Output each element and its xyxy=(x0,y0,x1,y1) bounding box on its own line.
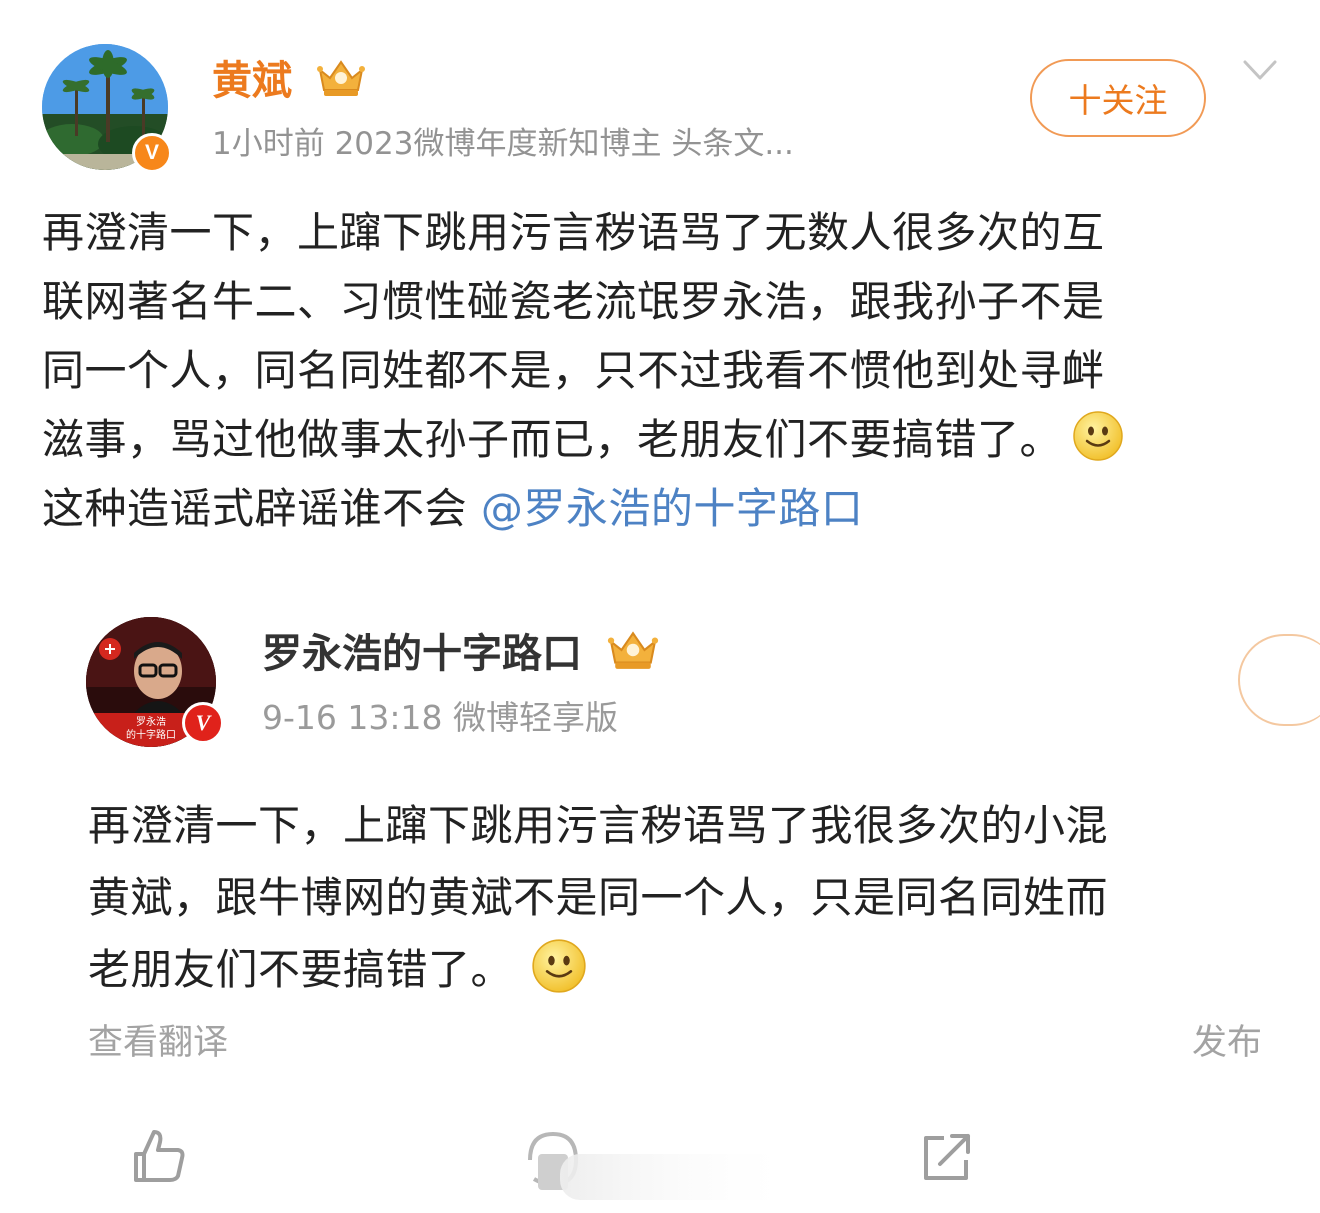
quoted-meta: 9-16 13:18 微博轻享版 xyxy=(262,698,618,737)
member-crown-icon xyxy=(607,631,659,669)
quoted-text-line-with-emoji: 老朋友们不要搞错了。 xyxy=(88,934,1278,1006)
author-name-label: 黄斌 xyxy=(212,58,292,104)
view-translation-link[interactable]: 查看翻译 xyxy=(88,1020,228,1066)
quoted-text-line: 黄斌，跟牛博网的黄斌不是同一个人，只是同名同姓而 xyxy=(88,873,1109,922)
verified-badge-icon: V xyxy=(182,702,224,744)
smile-emoji-icon xyxy=(1073,411,1123,461)
blur-watermark xyxy=(560,1154,800,1200)
share-icon[interactable] xyxy=(918,1126,976,1186)
like-icon[interactable] xyxy=(130,1126,188,1186)
post-text-line: 滋事，骂过他做事太孙子而已，老朋友们不要搞错了。 xyxy=(42,415,1063,464)
post-text-line: 联网著名牛二、习惯性碰瓷老流氓罗永浩，跟我孙子不是 xyxy=(42,277,1105,326)
quoted-text-line: 再澄清一下，上蹿下跳用污言秽语骂了我很多次的小混 xyxy=(88,801,1109,850)
follow-button[interactable]: 十关注 xyxy=(1030,59,1206,137)
post-text-line-with-mention: 这种造谣式辟谣谁不会 @罗永浩的十字路口 xyxy=(42,474,1278,543)
post-text-line: 同一个人，同名同姓都不是，只不过我看不惯他到处寻衅 xyxy=(42,346,1105,395)
post-text-line: 再澄清一下，上蹿下跳用污言秽语骂了无数人很多次的互 xyxy=(42,208,1105,257)
mention-link[interactable]: @罗永浩的十字路口 xyxy=(481,484,864,533)
member-crown-icon xyxy=(316,60,365,96)
chevron-down-icon[interactable] xyxy=(1243,58,1277,84)
smile-emoji-icon xyxy=(532,939,586,993)
post-text-line: 这种造谣式辟谣谁不会 xyxy=(42,484,468,533)
quoted-author-name[interactable]: 罗永浩的十字路口 xyxy=(262,627,662,680)
avatar-caption: 罗永浩 xyxy=(136,715,166,728)
quoted-content: 再澄清一下，上蹿下跳用污言秽语骂了我很多次的小混 黄斌，跟牛博网的黄斌不是同一个… xyxy=(88,790,1278,1006)
publish-label: 发布 xyxy=(1192,1023,1263,1063)
post-text-line-with-emoji: 滋事，骂过他做事太孙子而已，老朋友们不要搞错了。 xyxy=(42,405,1278,474)
post-meta: 1小时前 2023微博年度新知博主 头条文... xyxy=(212,126,794,162)
author-name[interactable]: 黄斌 xyxy=(212,56,368,106)
quoted-author-name-label: 罗永浩的十字路口 xyxy=(262,631,582,677)
avatar-caption: 的十字路口 xyxy=(126,728,176,741)
post-content: 再澄清一下，上蹿下跳用污言秽语骂了无数人很多次的互 联网著名牛二、习惯性碰瓷老流… xyxy=(42,198,1278,543)
verified-badge-icon: V xyxy=(132,133,172,173)
quoted-follow-button[interactable] xyxy=(1238,634,1320,726)
quoted-text-line: 老朋友们不要搞错了。 xyxy=(88,945,514,994)
